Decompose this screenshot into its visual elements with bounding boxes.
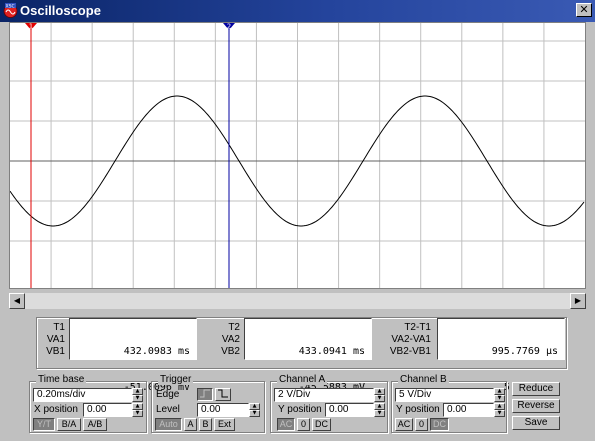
t-diff-value: 995.7769 µs [491, 346, 558, 357]
spin-down-icon[interactable]: ▼ [132, 410, 143, 417]
channel-a-ypos-spinner[interactable]: ▲ ▼ [374, 403, 385, 417]
reduce-button[interactable]: Reduce [512, 382, 560, 396]
spin-down-icon[interactable]: ▼ [374, 395, 385, 402]
scroll-right-button[interactable]: ▶ [570, 293, 586, 309]
title-bar[interactable]: XSC Oscilloscope ✕ [0, 0, 595, 22]
spin-up-icon[interactable]: ▲ [374, 403, 385, 410]
ba-mode-button[interactable]: B/A [57, 418, 81, 431]
channel-a-scale-field[interactable]: 2 V/Div [274, 388, 374, 402]
readout-box-3: 995.7769 µs 5.4213 mV [437, 318, 565, 393]
channel-b-ypos-field[interactable]: 0.00 [443, 403, 494, 417]
channel-b-dc-button[interactable]: DC [430, 418, 449, 431]
window-title: Oscilloscope [20, 3, 101, 18]
trigger-auto-button[interactable]: Auto [155, 418, 182, 431]
level-label: Level [156, 404, 180, 415]
readout-box-2: 433.0941 ms -45.5883 mV [244, 318, 372, 393]
spin-down-icon[interactable]: ▼ [132, 395, 143, 402]
spin-down-icon[interactable]: ▼ [249, 410, 260, 417]
ab-mode-button[interactable]: A/B [83, 418, 107, 431]
edge-label: Edge [156, 389, 180, 400]
trigger-a-button[interactable]: A [184, 418, 197, 431]
x-position-field[interactable]: 0.00 [83, 403, 132, 417]
trigger-b-button[interactable]: B [199, 418, 212, 431]
channel-b-ypos-label: Y position [396, 404, 440, 415]
oscilloscope-app-icon: XSC [3, 3, 18, 18]
channel-a-zero-button[interactable]: 0 [297, 418, 310, 431]
channel-a-group: Channel A 2 V/Div ▲ ▼ Y position 0.00 ▲ ▼ … [270, 374, 388, 433]
cursor-1-label: 1 [29, 23, 33, 31]
channel-a-dc-button[interactable]: DC [312, 418, 331, 431]
spin-down-icon[interactable]: ▼ [494, 410, 505, 417]
t-diff-label: T2-T1 [404, 322, 431, 333]
readout-labels-3: T2-T1 VA2-VA1 VB2-VB1 [381, 322, 431, 358]
reverse-button[interactable]: Reverse [512, 399, 560, 413]
spin-up-icon[interactable]: ▲ [249, 403, 260, 410]
va2-label: VA2 [221, 334, 240, 345]
channel-b-zero-button[interactable]: 0 [415, 418, 428, 431]
x-position-label: X position [34, 404, 78, 415]
spin-up-icon[interactable]: ▲ [132, 388, 143, 395]
spin-up-icon[interactable]: ▲ [494, 403, 505, 410]
save-button[interactable]: Save [512, 416, 560, 430]
timebase-group: Time base 0.20ms/div ▲ ▼ X position 0.00 … [29, 374, 147, 433]
spin-down-icon[interactable]: ▼ [374, 410, 385, 417]
readout-box-1: 432.0983 ms -51.0096 mV [69, 318, 197, 393]
channel-a-ypos-field[interactable]: 0.00 [325, 403, 374, 417]
rising-edge-button[interactable] [197, 388, 213, 401]
spin-down-icon[interactable]: ▼ [494, 395, 505, 402]
svg-text:XSC: XSC [6, 4, 15, 10]
channel-b-ac-button[interactable]: AC [395, 418, 413, 431]
cursor-readout-panel: T1 VA1 VB1 432.0983 ms -51.0096 mV T2 VA… [36, 317, 567, 393]
spin-up-icon[interactable]: ▲ [494, 388, 505, 395]
channel-b-scale-field[interactable]: 5 V/Div [395, 388, 494, 402]
scope-graph: 12 [10, 23, 585, 288]
cursor-2-label: 2 [227, 23, 231, 31]
t2-value: 433.0941 ms [298, 346, 365, 357]
t1-value: 432.0983 ms [123, 346, 190, 357]
spin-up-icon[interactable]: ▲ [132, 403, 143, 410]
yt-mode-button[interactable]: Y/T [33, 418, 55, 431]
oscilloscope-window: XSC Oscilloscope ✕ 12 ◀ ▶ T1 VA1 VB1 432… [0, 0, 595, 441]
scope-display[interactable]: 12 [9, 22, 586, 289]
vb2-label: VB2 [221, 346, 240, 357]
trigger-title: Trigger [158, 374, 194, 385]
timebase-scale-field[interactable]: 0.20ms/div [33, 388, 132, 402]
va-diff-label: VA2-VA1 [391, 334, 431, 345]
falling-edge-icon [218, 389, 228, 398]
t1-label: T1 [53, 322, 65, 333]
horizontal-scrollbar[interactable]: ◀ ▶ [9, 293, 586, 309]
vb1-label: VB1 [46, 346, 65, 357]
readout-labels-1: T1 VA1 VB1 [25, 322, 65, 358]
falling-edge-button[interactable] [215, 388, 231, 401]
channel-a-ac-button[interactable]: AC [277, 418, 295, 431]
channel-a-scale-spinner[interactable]: ▲ ▼ [374, 388, 385, 402]
channel-b-scale-spinner[interactable]: ▲ ▼ [494, 388, 505, 402]
channel-a-ypos-label: Y position [278, 404, 322, 415]
trigger-level-field[interactable]: 0.00 [197, 403, 249, 417]
trigger-ext-button[interactable]: Ext [214, 418, 235, 431]
trigger-level-spinner[interactable]: ▲ ▼ [249, 403, 260, 417]
channel-b-group: Channel B 5 V/Div ▲ ▼ Y position 0.00 ▲ ▼ … [391, 374, 507, 433]
timebase-scale-spinner[interactable]: ▲ ▼ [132, 388, 143, 402]
readout-labels-2: T2 VA2 VB2 [200, 322, 240, 358]
rising-edge-icon [200, 389, 210, 398]
x-position-spinner[interactable]: ▲ ▼ [132, 403, 143, 417]
t2-label: T2 [228, 322, 240, 333]
timebase-title: Time base [36, 374, 87, 385]
vb-diff-label: VB2-VB1 [389, 346, 431, 357]
close-button[interactable]: ✕ [576, 3, 592, 17]
va1-label: VA1 [46, 334, 65, 345]
channel-b-ypos-spinner[interactable]: ▲ ▼ [494, 403, 505, 417]
channel-b-title: Channel B [398, 374, 449, 385]
trigger-group: Trigger Edge Level 0.00 ▲ ▼ Auto A B Ext [151, 374, 265, 433]
spin-up-icon[interactable]: ▲ [374, 388, 385, 395]
channel-a-title: Channel A [277, 374, 328, 385]
scroll-left-button[interactable]: ◀ [9, 293, 25, 309]
